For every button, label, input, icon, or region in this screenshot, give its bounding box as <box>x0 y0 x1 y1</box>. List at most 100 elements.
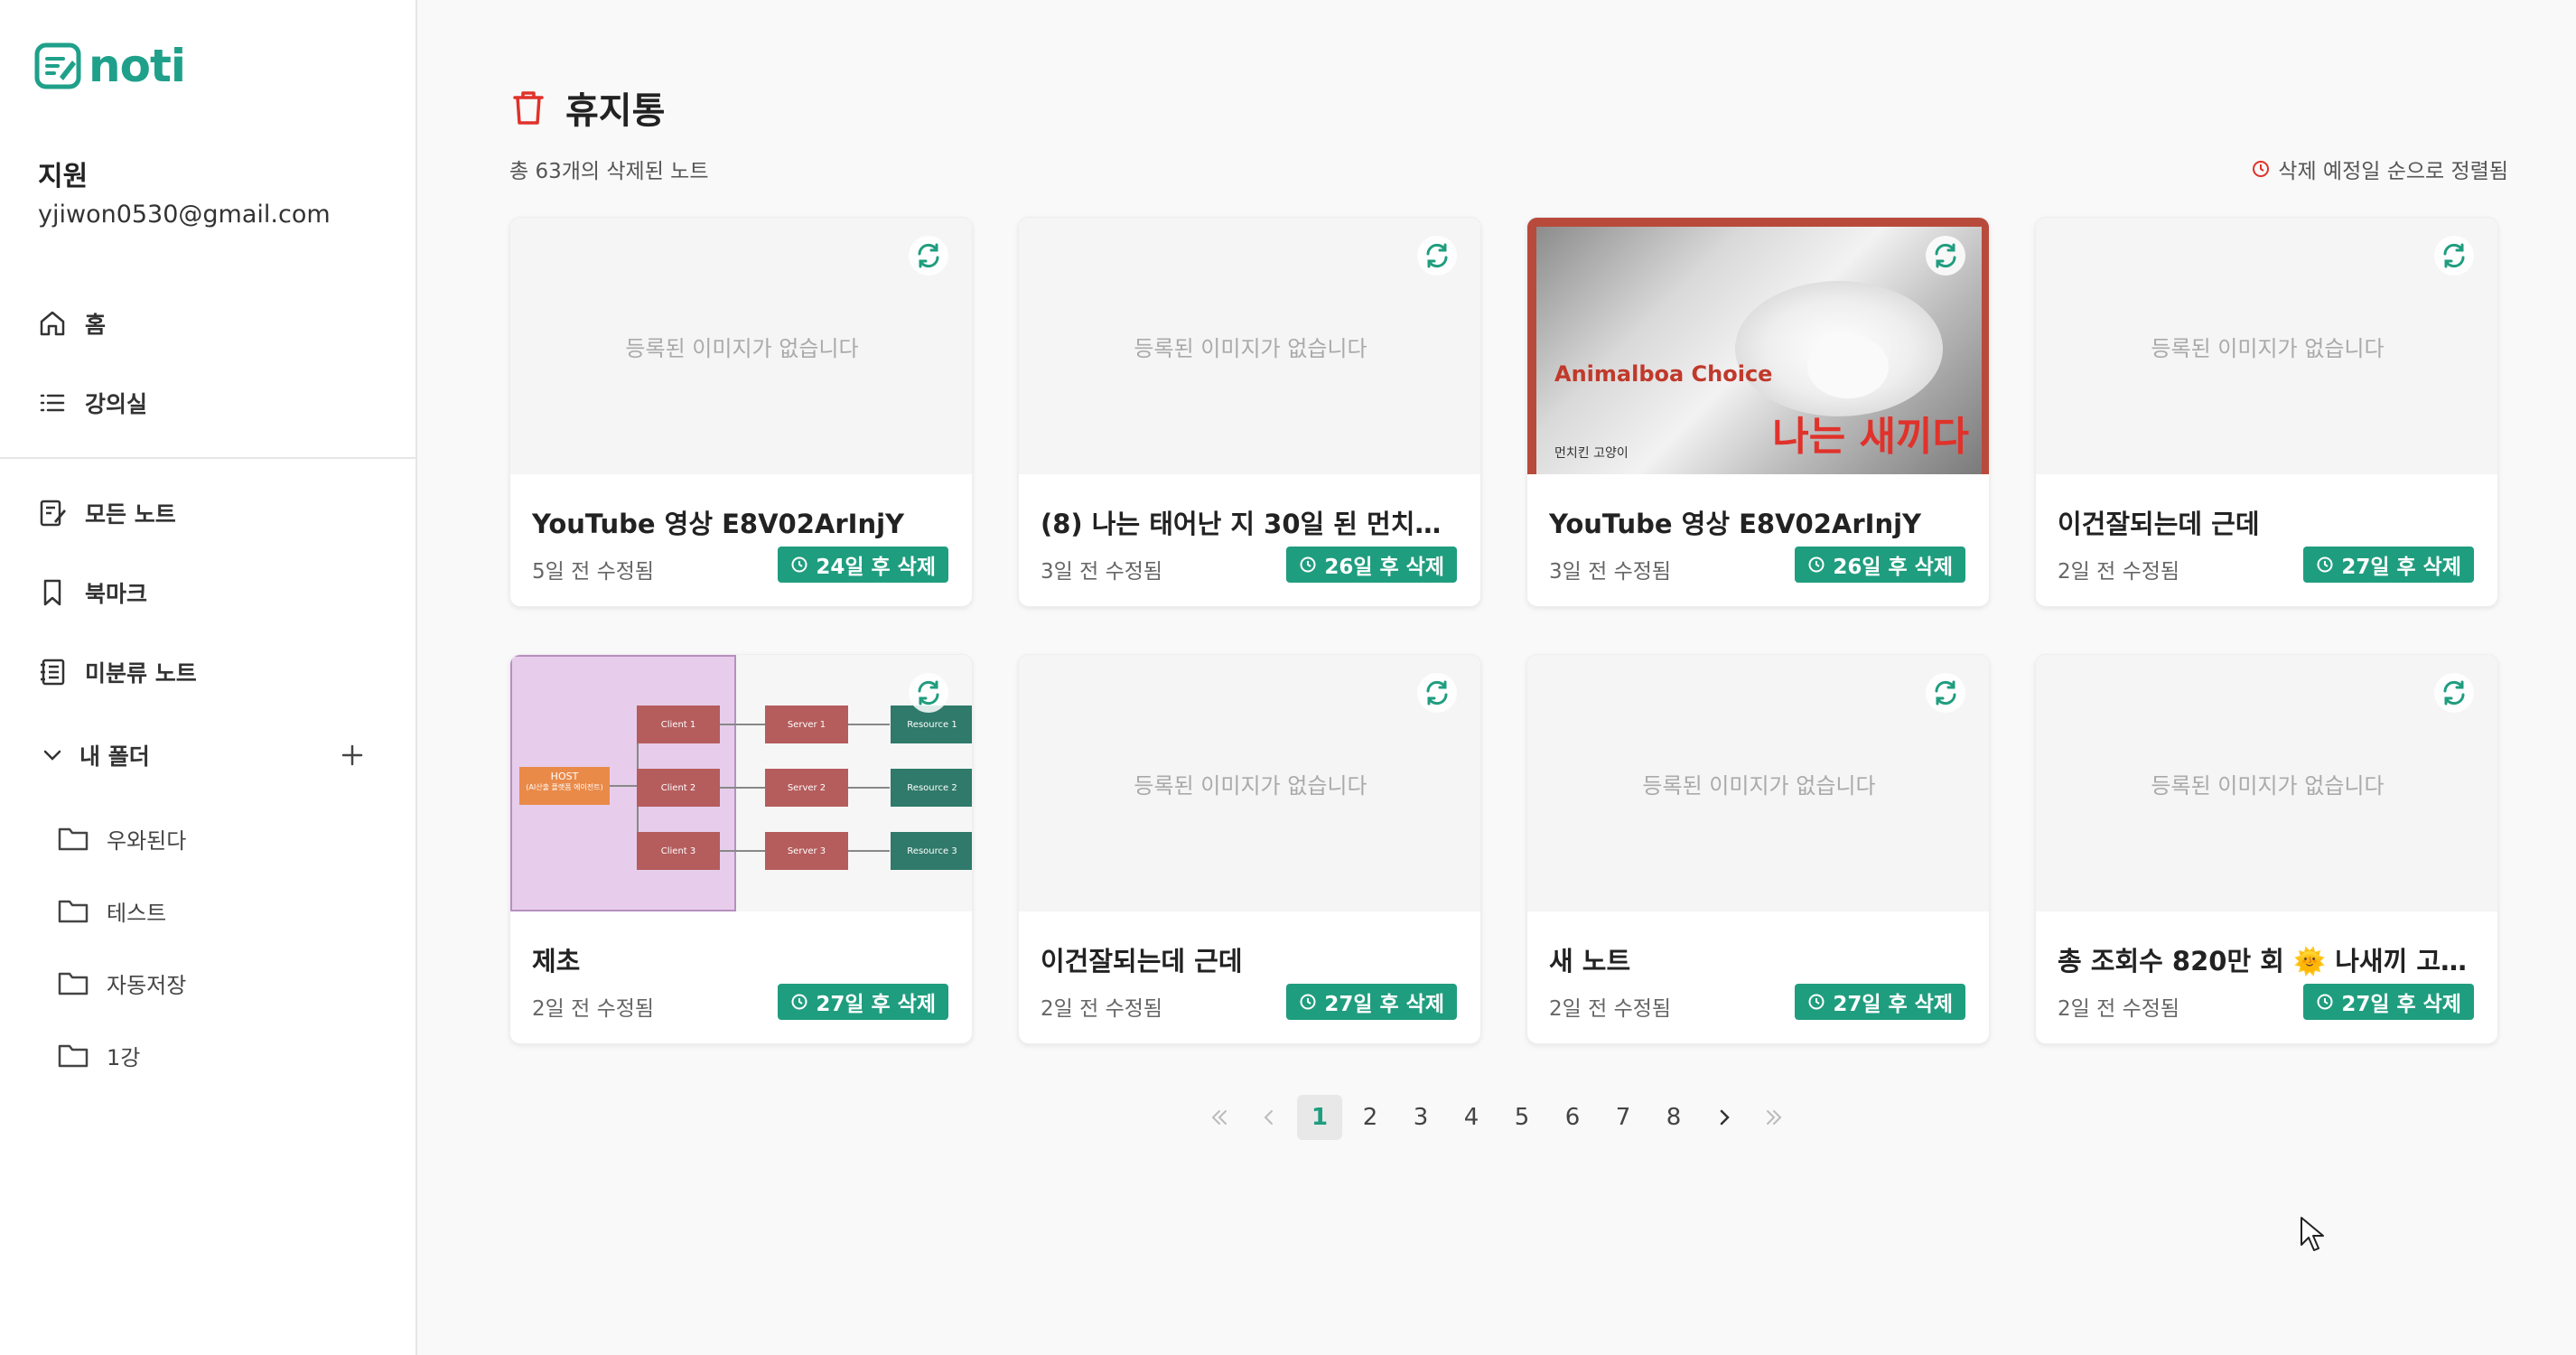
pagination: 1 2 3 4 5 6 7 8 <box>417 1095 2576 1140</box>
first-page-button[interactable] <box>1196 1095 1241 1140</box>
card-thumbnail-image: Animalboa Choice 먼치킨 고양이 나는 새끼다 <box>1527 218 1989 474</box>
app-logo[interactable]: noti <box>34 40 186 92</box>
nav-home[interactable]: 홈 <box>36 298 106 349</box>
user-email: yjiwon0530@gmail.com <box>38 201 331 229</box>
clock-icon <box>791 556 807 573</box>
add-folder-button[interactable] <box>334 737 370 773</box>
delete-badge: 27일 후 삭제 <box>2303 547 2474 583</box>
diagram-client-box: Client 1 <box>637 706 720 743</box>
page-button[interactable]: 1 <box>1297 1095 1342 1140</box>
diagram-server-box: Server 1 <box>765 706 848 743</box>
restore-icon <box>1426 680 1448 706</box>
clock-icon <box>791 994 807 1010</box>
folder-label: 우와된다 <box>107 827 187 854</box>
restore-button[interactable] <box>1926 236 1965 276</box>
chevron-right-icon <box>1720 1109 1730 1126</box>
note-card[interactable]: 등록된 이미지가 없습니다 YouTube 영상 E8V02ArInjY 5일 … <box>509 217 973 607</box>
no-image-text: 등록된 이미지가 없습니다 <box>2151 772 2385 799</box>
note-card[interactable]: Animalboa Choice 먼치킨 고양이 나는 새끼다 YouTube … <box>1526 217 1990 607</box>
nav-all-notes-label: 모든 노트 <box>85 501 176 528</box>
restore-icon <box>1935 243 1956 268</box>
folder-item[interactable]: 우와된다 <box>56 815 186 862</box>
note-card[interactable]: 등록된 이미지가 없습니다 새 노트 2일 전 수정됨 27일 후 삭제 <box>1526 654 1990 1044</box>
nav-classroom[interactable]: 강의실 <box>36 378 147 428</box>
clock-icon <box>1300 556 1316 573</box>
restore-button[interactable] <box>909 236 948 276</box>
note-card[interactable]: 등록된 이미지가 없습니다 (8) 나는 태어난 지 30일 된 먼치킨 새끼 … <box>1018 217 1481 607</box>
sort-label: 삭제 예정일 순으로 정렬됨 <box>2278 160 2508 183</box>
card-modified: 2일 전 수정됨 <box>1549 997 1672 1021</box>
note-card[interactable]: 등록된 이미지가 없습니다 이건잘되는데 근데 2일 전 수정됨 27일 후 삭… <box>1018 654 1481 1044</box>
page-button[interactable]: 5 <box>1499 1095 1545 1140</box>
nav-bookmarks[interactable]: 북마크 <box>36 567 147 618</box>
nav-uncategorized[interactable]: 미분류 노트 <box>36 647 197 697</box>
delete-badge: 27일 후 삭제 <box>1286 984 1457 1020</box>
nav-all-notes[interactable]: 모든 노트 <box>36 488 176 538</box>
page-button[interactable]: 8 <box>1651 1095 1696 1140</box>
delete-badge: 26일 후 삭제 <box>1286 547 1457 583</box>
user-name: 지원 <box>38 161 89 192</box>
card-thumbnail: 등록된 이미지가 없습니다 <box>2036 218 2497 474</box>
card-title: YouTube 영상 E8V02ArInjY <box>532 509 905 539</box>
page-button[interactable]: 3 <box>1398 1095 1443 1140</box>
card-thumbnail: 등록된 이미지가 없습니다 <box>1019 218 1480 474</box>
diagram-connector <box>848 724 890 725</box>
note-card[interactable]: 등록된 이미지가 없습니다 이건잘되는데 근데 2일 전 수정됨 27일 후 삭… <box>2035 217 2498 607</box>
restore-icon <box>1935 680 1956 706</box>
folder-icon <box>58 827 89 851</box>
delete-badge-text: 27일 후 삭제 <box>1324 993 1444 1016</box>
my-folders-toggle[interactable]: 내 폴더 <box>36 730 150 780</box>
next-page-button[interactable] <box>1702 1095 1747 1140</box>
diagram-resource-box: Resource 3 <box>891 832 972 870</box>
card-modified: 2일 전 수정됨 <box>2058 560 2180 584</box>
card-title: 제초 <box>532 946 581 977</box>
restore-button[interactable] <box>2434 236 2474 276</box>
thumb-small-text: 먼치킨 고양이 <box>1554 446 1629 461</box>
restore-button[interactable] <box>909 673 948 713</box>
no-image-text: 등록된 이미지가 없습니다 <box>625 335 859 361</box>
restore-button[interactable] <box>1417 236 1457 276</box>
folder-item[interactable]: 1강 <box>56 1032 140 1079</box>
card-thumbnail-image: HOST (AI산출 플랫폼 에이전트) Client 1 Client 2 Cl… <box>510 655 972 911</box>
chevron-down-icon <box>43 750 61 761</box>
double-chevron-right-icon <box>1767 1110 1782 1125</box>
card-title: 이건잘되는데 근데 <box>2058 509 2260 539</box>
delete-badge-text: 27일 후 삭제 <box>816 993 936 1016</box>
folder-label: 1강 <box>107 1044 141 1070</box>
last-page-button[interactable] <box>1752 1095 1797 1140</box>
page-button[interactable]: 6 <box>1550 1095 1595 1140</box>
logo-icon <box>34 42 81 89</box>
restore-button[interactable] <box>1417 673 1457 713</box>
prev-page-button[interactable] <box>1246 1095 1292 1140</box>
restore-button[interactable] <box>1926 673 1965 713</box>
folder-item[interactable]: 테스트 <box>56 887 166 934</box>
note-card[interactable]: 등록된 이미지가 없습니다 총 조회수 820만 회 🌞 나새끼 고양이 2일 … <box>2035 654 2498 1044</box>
folder-icon <box>58 972 89 995</box>
page-button[interactable]: 7 <box>1601 1095 1646 1140</box>
delete-badge-text: 26일 후 삭제 <box>1833 556 1953 579</box>
diagram-connector <box>720 724 765 725</box>
diagram-host-box: HOST (AI산출 플랫폼 에이전트) <box>519 767 610 805</box>
restore-icon <box>2443 243 2465 268</box>
card-thumbnail: 등록된 이미지가 없습니다 <box>510 218 972 474</box>
page-button[interactable]: 4 <box>1449 1095 1494 1140</box>
folder-label: 자동저장 <box>107 972 187 998</box>
note-card[interactable]: HOST (AI산출 플랫폼 에이전트) Client 1 Client 2 Cl… <box>509 654 973 1044</box>
page-button[interactable]: 2 <box>1348 1095 1393 1140</box>
restore-icon <box>918 680 939 706</box>
clock-icon <box>2253 161 2270 177</box>
list-icon <box>40 394 65 412</box>
no-image-text: 등록된 이미지가 없습니다 <box>1134 335 1367 361</box>
diagram-resource-box: Resource 2 <box>891 769 972 807</box>
folder-item[interactable]: 자동저장 <box>56 959 186 1006</box>
card-thumbnail: 등록된 이미지가 없습니다 <box>1019 655 1480 911</box>
bookmark-icon <box>43 579 61 606</box>
delete-badge-text: 24일 후 삭제 <box>816 556 936 579</box>
notebook-icon <box>41 659 65 686</box>
restore-button[interactable] <box>2434 673 2474 713</box>
delete-badge: 27일 후 삭제 <box>1795 984 1965 1020</box>
card-title: YouTube 영상 E8V02ArInjY <box>1549 509 1922 539</box>
no-image-text: 등록된 이미지가 없습니다 <box>1642 772 1876 799</box>
diagram-host-sublabel: (AI산출 플랫폼 에이전트) <box>526 783 603 791</box>
delete-badge: 27일 후 삭제 <box>2303 984 2474 1020</box>
